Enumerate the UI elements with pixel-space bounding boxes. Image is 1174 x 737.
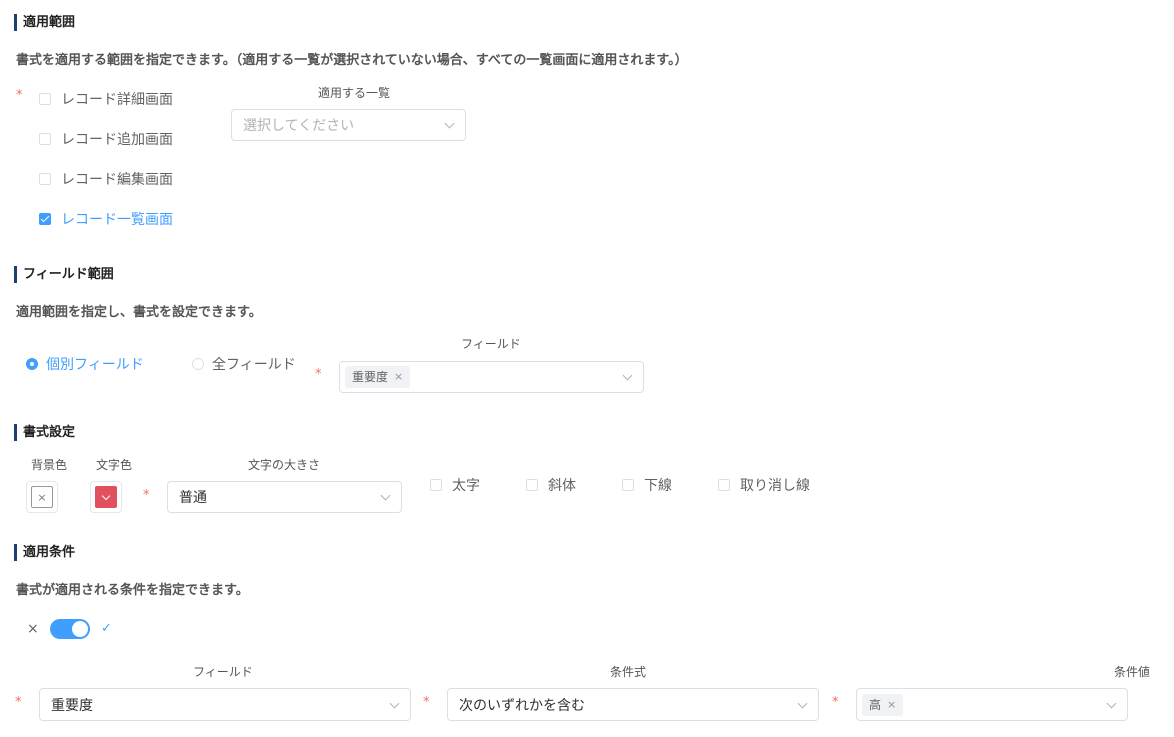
radio-button-selected[interactable] <box>26 358 38 370</box>
condition-value-label: 条件値 <box>1114 665 1151 679</box>
condition-operator-value: 次のいずれかを含む <box>459 697 585 714</box>
checkbox-box-checked[interactable] <box>39 213 51 225</box>
tag-label: 重要度 <box>352 370 389 384</box>
required-mark: * <box>16 88 23 103</box>
red-color-swatch <box>95 486 117 508</box>
checkbox-box[interactable] <box>526 479 538 491</box>
chevron-down-icon <box>622 370 633 381</box>
condition-toggle-switch[interactable] <box>50 619 90 639</box>
font-size-label: 文字の大きさ <box>248 458 321 472</box>
checkbox-label: 取り消し線 <box>740 478 810 494</box>
close-icon: × <box>37 490 47 504</box>
text-color-picker[interactable] <box>90 481 122 513</box>
conditions-description: 書式が適用される条件を指定できます。 <box>16 583 249 598</box>
field-scope-description: 適用範囲を指定し、書式を設定できます。 <box>16 305 262 320</box>
condition-field-value: 重要度 <box>51 697 93 714</box>
list-select-label: 適用する一覧 <box>318 86 391 100</box>
selected-field-tag: 重要度 × <box>345 366 411 388</box>
checkbox-italic[interactable]: 斜体 <box>526 475 576 495</box>
section-title-scope: 適用範囲 <box>14 14 75 31</box>
chevron-down-icon <box>797 698 808 708</box>
text-color-label: 文字色 <box>96 458 133 472</box>
section-title-conditions: 適用条件 <box>14 544 75 561</box>
bg-color-picker[interactable]: × <box>26 481 58 513</box>
checkbox-box[interactable] <box>718 479 730 491</box>
checkbox-underline[interactable]: 下線 <box>622 475 672 495</box>
list-select-placeholder: 選択してください <box>243 118 355 134</box>
checkbox-record-list[interactable]: レコード一覧画面 <box>39 209 173 229</box>
checkbox-label: レコード編集画面 <box>61 172 173 188</box>
list-select[interactable]: 選択してください <box>231 109 466 141</box>
radio-all-fields[interactable]: 全フィールド <box>192 354 296 374</box>
required-mark: * <box>15 695 22 710</box>
radio-button[interactable] <box>192 358 204 370</box>
chevron-down-icon <box>389 698 400 708</box>
chevron-down-icon <box>101 491 111 500</box>
font-size-value: 普通 <box>179 490 207 506</box>
condition-op-label: 条件式 <box>610 665 647 679</box>
condition-value-select[interactable]: 高 × <box>856 688 1128 721</box>
chevron-down-icon <box>380 490 391 501</box>
field-multi-select[interactable]: 重要度 × <box>339 361 644 393</box>
section-title-format: 書式設定 <box>14 424 75 441</box>
checkbox-box[interactable] <box>39 173 51 185</box>
tag-close-icon[interactable]: × <box>887 694 896 716</box>
checkbox-label: レコード追加画面 <box>61 132 173 148</box>
checkbox-box[interactable] <box>39 133 51 145</box>
checkbox-label: レコード詳細画面 <box>61 92 173 108</box>
condition-field-select[interactable]: 重要度 <box>39 688 411 721</box>
empty-color-swatch: × <box>31 486 53 508</box>
radio-individual-field[interactable]: 個別フィールド <box>26 354 144 374</box>
tag-close-icon[interactable]: × <box>394 366 403 388</box>
section-title-field-scope: フィールド範囲 <box>14 266 114 283</box>
required-mark: * <box>143 488 150 503</box>
condition-value-tag: 高 × <box>862 693 904 716</box>
condition-operator-select[interactable]: 次のいずれかを含む <box>447 688 819 721</box>
required-mark: * <box>832 695 839 710</box>
required-mark: * <box>315 367 322 382</box>
checkbox-record-edit[interactable]: レコード編集画面 <box>39 169 173 189</box>
radio-label: 全フィールド <box>212 357 296 373</box>
checkbox-label: 太字 <box>452 478 480 494</box>
scope-description: 書式を適用する範囲を指定できます。（適用する一覧が選択されていない場合、すべての… <box>16 53 688 68</box>
switch-on-icon: ✓ <box>101 621 112 636</box>
switch-knob <box>72 621 88 637</box>
required-mark: * <box>423 695 430 710</box>
field-select-label: フィールド <box>461 337 521 351</box>
tag-label: 高 <box>869 697 882 712</box>
chevron-down-icon <box>444 118 455 129</box>
checkbox-strikethrough[interactable]: 取り消し線 <box>718 475 810 495</box>
checkbox-label: 斜体 <box>548 478 576 494</box>
checkbox-box[interactable] <box>430 479 442 491</box>
switch-off-icon: × <box>27 621 39 637</box>
checkbox-record-detail[interactable]: レコード詳細画面 <box>39 89 173 109</box>
checkbox-record-add[interactable]: レコード追加画面 <box>39 129 173 149</box>
chevron-down-icon <box>1106 698 1117 708</box>
checkbox-label: レコード一覧画面 <box>61 212 173 228</box>
checkbox-bold[interactable]: 太字 <box>430 475 480 495</box>
checkbox-label: 下線 <box>644 478 672 494</box>
radio-label: 個別フィールド <box>46 357 144 373</box>
font-size-select[interactable]: 普通 <box>167 481 402 513</box>
checkbox-box[interactable] <box>39 93 51 105</box>
bg-color-label: 背景色 <box>31 458 68 472</box>
checkbox-box[interactable] <box>622 479 634 491</box>
condition-field-label: フィールド <box>193 665 253 679</box>
